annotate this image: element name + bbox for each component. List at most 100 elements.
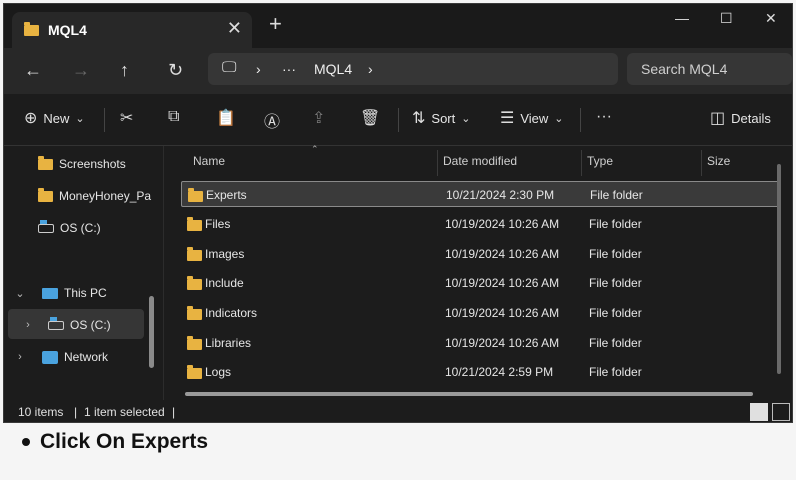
sort-button[interactable]: ⇅ Sort ⌄ xyxy=(412,108,470,128)
status-separator: | xyxy=(74,405,78,419)
file-type: File folder xyxy=(589,336,642,350)
details-pane-icon: ◫ xyxy=(710,110,726,127)
close-tab-button[interactable]: ✕ xyxy=(227,18,242,39)
file-row-indicators[interactable]: Indicators 10/19/2024 10:26 AM File fold… xyxy=(181,300,779,326)
search-box[interactable]: Search MQL4 xyxy=(627,53,792,85)
divider xyxy=(580,108,581,132)
tab-mql4[interactable]: MQL4 ✕ xyxy=(12,12,252,48)
refresh-button[interactable]: ↻ xyxy=(168,60,183,81)
nav-item-label: OS (C:) xyxy=(60,221,101,235)
more-icon: ··· xyxy=(596,108,612,125)
share-icon: ⇪ xyxy=(312,110,326,127)
trash-icon: 🗑 xyxy=(360,110,381,127)
nav-item-os-c[interactable]: › OS (C:) xyxy=(22,316,111,332)
file-row-libraries[interactable]: Libraries 10/19/2024 10:26 AM File folde… xyxy=(181,330,779,356)
this-pc-icon[interactable]: 🖵 xyxy=(222,59,236,76)
clipboard-icon: 📋 xyxy=(216,110,236,127)
file-name: Libraries xyxy=(205,336,252,350)
chevron-right-icon[interactable]: › xyxy=(22,319,34,331)
file-row-images[interactable]: Images 10/19/2024 10:26 AM File folder xyxy=(181,241,779,267)
maximize-button[interactable]: ☐ xyxy=(720,10,733,27)
file-row-experts[interactable]: Experts 10/21/2024 2:30 PM File folder xyxy=(181,181,779,207)
status-bar: 10 items | 1 item selected | xyxy=(4,400,792,422)
minimize-button[interactable]: — xyxy=(675,10,689,26)
address-bar[interactable]: 🖵 › ··· MQL4 › xyxy=(208,53,618,85)
nav-item-network[interactable]: › Network xyxy=(14,350,108,364)
folder-icon xyxy=(38,155,53,170)
rename-button[interactable]: Ⓐ xyxy=(264,108,280,132)
file-name: Files xyxy=(205,217,231,231)
file-row-logs[interactable]: Logs 10/21/2024 2:59 PM File folder xyxy=(181,359,779,385)
nav-item-moneyhoney[interactable]: MoneyHoney_Pa xyxy=(38,187,151,203)
nav-item-screenshots[interactable]: Screenshots xyxy=(38,155,126,171)
breadcrumb-current[interactable]: MQL4 xyxy=(314,61,352,77)
divider xyxy=(104,108,105,132)
instruction-caption: Click On Experts xyxy=(22,430,208,454)
nav-item-os-c-quick[interactable]: OS (C:) xyxy=(38,219,101,235)
navigation-pane: Screenshots MoneyHoney_Pa OS (C:) ⌄ This… xyxy=(4,146,164,400)
folder-icon xyxy=(187,336,202,350)
nav-item-label: Network xyxy=(64,350,109,364)
folder-icon xyxy=(24,22,39,36)
cut-button[interactable]: ✂ xyxy=(120,108,133,128)
up-button[interactable]: ↑ xyxy=(120,60,129,81)
back-button[interactable]: ← xyxy=(24,60,42,81)
details-label: Details xyxy=(731,110,771,126)
file-date: 10/19/2024 10:26 AM xyxy=(445,247,560,261)
breadcrumb-separator[interactable]: › xyxy=(368,61,373,77)
file-row-files[interactable]: Files 10/19/2024 10:26 AM File folder xyxy=(181,211,779,237)
file-list: ⌃ Name Date modified Type Size Experts 1… xyxy=(165,144,792,400)
file-type: File folder xyxy=(589,247,642,261)
more-options-button[interactable]: ··· xyxy=(596,108,612,126)
search-input[interactable]: Search MQL4 xyxy=(641,61,727,77)
folder-icon xyxy=(187,247,202,261)
breadcrumb-ellipsis[interactable]: ··· xyxy=(282,61,296,77)
details-view-button[interactable] xyxy=(750,403,768,421)
nav-item-this-pc[interactable]: ⌄ This PC xyxy=(14,286,107,300)
file-type: File folder xyxy=(589,306,642,320)
nav-item-label: Screenshots xyxy=(59,157,126,171)
divider xyxy=(398,108,399,132)
chevron-down-icon[interactable]: ⌄ xyxy=(14,287,26,300)
view-label: View xyxy=(520,110,549,126)
file-date: 10/19/2024 10:26 AM xyxy=(445,336,560,350)
folder-icon xyxy=(187,276,202,290)
view-button[interactable]: ☰ View ⌄ xyxy=(500,108,564,128)
new-tab-button[interactable]: + xyxy=(269,13,282,35)
horizontal-scrollbar[interactable] xyxy=(185,392,753,396)
file-row-include[interactable]: Include 10/19/2024 10:26 AM File folder xyxy=(181,270,779,296)
chevron-right-icon[interactable]: › xyxy=(14,351,26,363)
delete-button[interactable]: 🗑 xyxy=(360,108,380,128)
file-type: File folder xyxy=(589,276,642,290)
share-button[interactable]: ⇪ xyxy=(312,108,325,128)
copy-icon: ⧉ xyxy=(168,108,180,125)
column-header-name[interactable]: Name xyxy=(193,154,225,168)
nav-scrollbar[interactable] xyxy=(149,296,154,368)
file-type: File folder xyxy=(589,217,642,231)
folder-icon xyxy=(38,187,53,202)
column-header-type[interactable]: Type xyxy=(587,154,613,168)
details-button[interactable]: ◫ Details xyxy=(710,108,771,128)
file-name: Experts xyxy=(206,188,247,202)
file-name: Images xyxy=(205,247,245,261)
column-divider[interactable] xyxy=(437,150,438,176)
new-button[interactable]: ⊕ New ⌄ xyxy=(24,108,85,128)
forward-button[interactable]: → xyxy=(72,60,90,81)
chevron-down-icon: ⌄ xyxy=(75,112,85,125)
vertical-scrollbar[interactable] xyxy=(777,164,781,374)
copy-button[interactable]: ⧉ xyxy=(168,108,179,126)
file-type: File folder xyxy=(590,188,643,202)
column-divider[interactable] xyxy=(701,150,702,176)
nav-item-label: This PC xyxy=(64,286,107,300)
network-icon xyxy=(42,350,58,364)
column-divider[interactable] xyxy=(581,150,582,176)
instruction-text: Click On Experts xyxy=(40,430,209,453)
close-window-button[interactable]: ✕ xyxy=(765,10,777,27)
file-date: 10/19/2024 10:26 AM xyxy=(445,306,560,320)
column-header-size[interactable]: Size xyxy=(707,154,730,168)
paste-button[interactable]: 📋 xyxy=(216,108,236,128)
column-header-date[interactable]: Date modified xyxy=(443,154,517,168)
tiles-view-button[interactable] xyxy=(772,403,790,421)
folder-icon xyxy=(187,306,202,320)
breadcrumb-separator[interactable]: › xyxy=(256,61,261,77)
